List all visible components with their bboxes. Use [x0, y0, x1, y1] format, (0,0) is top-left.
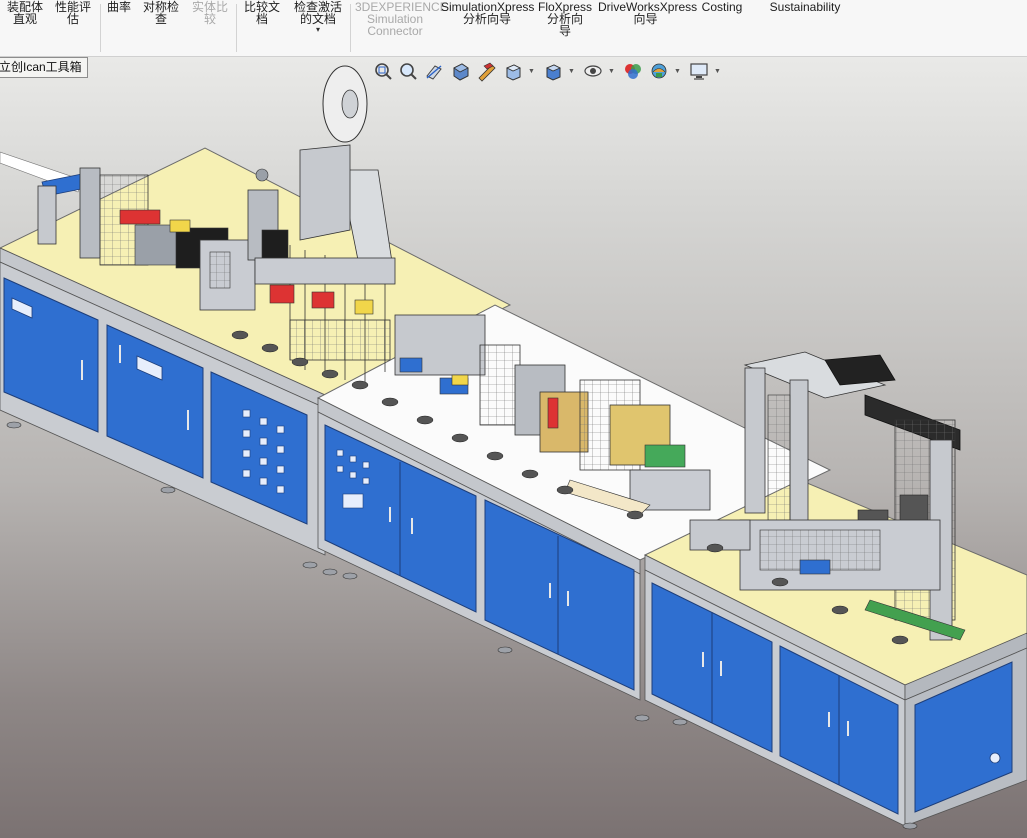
dynamic-annotation-icon[interactable]: [476, 60, 498, 82]
graphics-viewport[interactable]: [0, 57, 1027, 838]
hide-show-items-icon[interactable]: [582, 60, 604, 82]
apply-scene-icon[interactable]: [648, 60, 670, 82]
chevron-down-icon[interactable]: ▼: [568, 68, 575, 75]
chevron-down-icon[interactable]: ▼: [608, 68, 615, 75]
previous-view-icon[interactable]: [423, 60, 445, 82]
solidworks-window: 装配体 直观 性能评估 曲率 对称检查 实体比较 比较文档 检查激活 的文档 ▾ 3…: [0, 0, 1027, 838]
production-line-3d-model[interactable]: [0, 0, 1027, 838]
chevron-down-icon[interactable]: ▼: [714, 68, 721, 75]
zoom-to-area-icon[interactable]: [397, 60, 419, 82]
view-orientation-icon[interactable]: [502, 60, 524, 82]
view-settings-icon[interactable]: [688, 60, 710, 82]
display-style-icon[interactable]: [542, 60, 564, 82]
edit-appearance-icon[interactable]: [622, 60, 644, 82]
chevron-down-icon[interactable]: ▼: [674, 68, 681, 75]
zoom-to-fit-icon[interactable]: [372, 60, 394, 82]
ican-toolbox-tab[interactable]: 立创Ican工具箱: [0, 57, 88, 78]
section-view-icon[interactable]: [450, 60, 472, 82]
chevron-down-icon[interactable]: ▼: [528, 68, 535, 75]
